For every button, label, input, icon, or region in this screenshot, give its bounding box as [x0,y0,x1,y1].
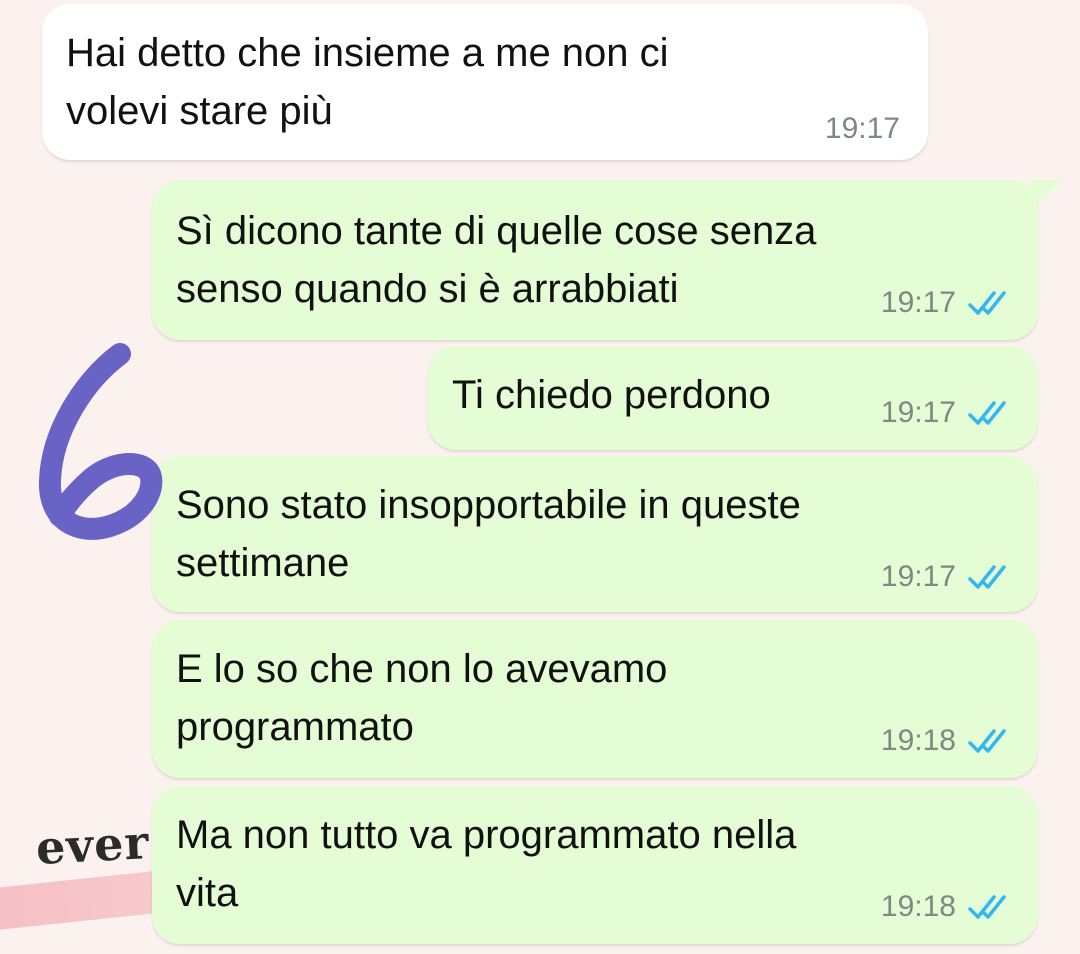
double-check-icon [968,729,1006,753]
message-timestamp: 19:18 [880,724,956,757]
message-meta: 19:17 [881,396,1012,430]
message-text: Sì dicono tante di quelle cose senza sen… [176,209,817,311]
message-timestamp: 19:17 [824,112,900,145]
message-timestamp: 19:17 [880,560,956,593]
message-timestamp: 19:18 [880,890,956,923]
message-bubble-outgoing[interactable]: Sì dicono tante di quelle cose senza sen… [152,180,1038,340]
double-check-icon [968,565,1006,589]
message-bubble-outgoing[interactable]: Ti chiedo perdono 19:17 [428,346,1038,450]
message-meta: 19:17 [881,560,1012,594]
message-meta: 19:17 [825,112,900,146]
message-meta: 19:18 [881,890,1012,924]
message-meta: 19:18 [881,724,1012,758]
message-timestamp: 19:17 [880,396,956,429]
double-check-icon [968,401,1006,425]
message-bubble-outgoing[interactable]: Ma non tutto va programmato nella vita 1… [152,786,1038,944]
double-check-icon [968,895,1006,919]
message-text: Ma non tutto va programmato nella vita [176,813,797,915]
message-text: Hai detto che insieme a me non ci volevi… [66,31,669,133]
message-text: Ti chiedo perdono [452,373,771,417]
message-bubble-outgoing[interactable]: E lo so che non lo avevamo programmato 1… [152,620,1038,778]
message-text: E lo so che non lo avevamo programmato [176,647,668,749]
message-timestamp: 19:17 [880,286,956,319]
message-meta: 19:17 [881,286,1012,320]
message-bubble-incoming[interactable]: Hai detto che insieme a me non ci volevi… [42,4,928,160]
wallpaper-text: ever [34,815,151,875]
message-text: Sono stato insopportabile in queste sett… [176,483,801,585]
message-bubble-outgoing[interactable]: Sono stato insopportabile in queste sett… [152,456,1038,612]
handwritten-number-annotation [38,343,163,540]
double-check-icon [968,291,1006,315]
